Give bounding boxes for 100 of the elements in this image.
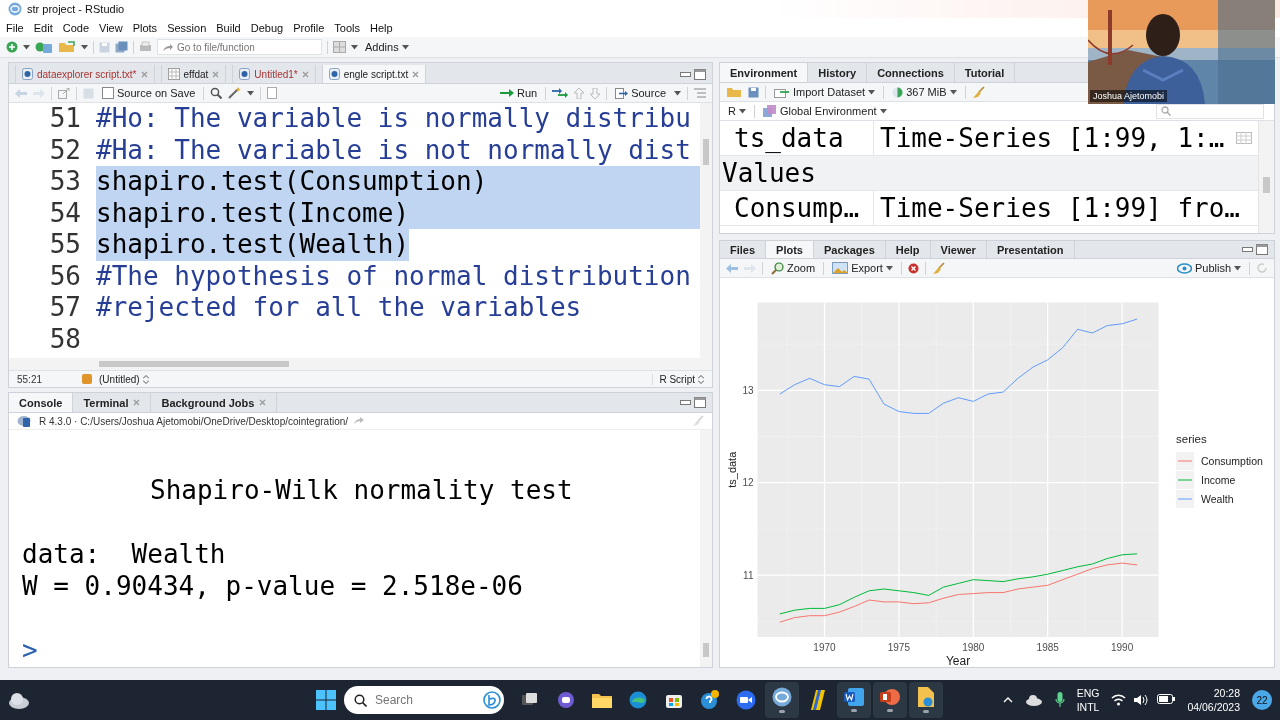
maximize-icon[interactable] xyxy=(694,397,706,408)
search-input[interactable]: Go to file/function xyxy=(177,41,317,53)
line-number: 53 xyxy=(49,166,81,196)
menu-item[interactable]: Build xyxy=(211,21,246,34)
new-file-icon[interactable] xyxy=(6,41,18,53)
updown-icon xyxy=(698,374,704,384)
working-directory: R 4.3.0 · C:/Users/Joshua Ajetomobi/OneDrive/Desktop/cointegration/ xyxy=(39,415,349,427)
search-field[interactable]: Go to file/function xyxy=(157,39,322,55)
menu-item[interactable]: Profile xyxy=(288,21,330,34)
file-tab[interactable]: dataexplorer script.txt* xyxy=(15,65,155,83)
volume-icon[interactable] xyxy=(1134,694,1150,706)
legend-label: Wealth xyxy=(1201,492,1234,505)
file-tab[interactable]: Untitled1* xyxy=(232,65,316,83)
taskbar-app[interactable] xyxy=(909,682,943,718)
taskbar-app[interactable] xyxy=(765,682,799,718)
memory-usage-menu[interactable]: 367 MiB xyxy=(890,86,959,98)
menu-item[interactable]: File xyxy=(1,21,29,34)
caret-icon[interactable] xyxy=(81,44,88,50)
menu-item[interactable]: Debug xyxy=(245,21,289,34)
save-icon[interactable] xyxy=(748,86,759,98)
menu-item[interactable]: Session xyxy=(162,21,212,34)
scrollbar[interactable] xyxy=(700,103,712,358)
zoom-button[interactable]: Zoom xyxy=(769,261,818,275)
project-icon[interactable] xyxy=(35,40,53,54)
clock-date[interactable]: 04/06/2023 xyxy=(1187,700,1240,714)
minimize-icon[interactable] xyxy=(680,400,691,405)
search-input[interactable]: Search xyxy=(375,693,475,707)
caret-icon[interactable] xyxy=(401,44,409,50)
file-tab[interactable]: effdat xyxy=(160,65,227,83)
broom-icon[interactable] xyxy=(971,85,985,99)
broom-icon[interactable] xyxy=(931,261,945,275)
scope-menu[interactable]: (Untitled) xyxy=(97,373,151,385)
export-menu[interactable]: Export xyxy=(830,262,895,274)
caret-icon[interactable] xyxy=(868,89,876,95)
axis-tick-label: 1975 xyxy=(887,642,910,653)
variable-name[interactable]: Consump… xyxy=(734,193,860,223)
import-dataset-menu[interactable]: Import Dataset xyxy=(772,86,878,98)
chevron-up-icon[interactable] xyxy=(1002,697,1013,703)
remove-icon[interactable] xyxy=(907,262,919,274)
addins-menu[interactable]: Addins xyxy=(363,41,411,53)
publish-menu[interactable]: Publish xyxy=(1174,262,1243,274)
axis-tick-label: 1970 xyxy=(813,642,836,653)
caret-icon[interactable] xyxy=(738,108,746,114)
caret-icon[interactable] xyxy=(885,265,893,271)
caret-icon[interactable] xyxy=(247,90,255,96)
pane-tab[interactable]: Console xyxy=(9,393,74,412)
cloud-icon[interactable] xyxy=(1024,694,1043,706)
file-type-menu[interactable]: R Script xyxy=(652,373,706,385)
caret-icon[interactable] xyxy=(949,89,957,95)
start-icon[interactable] xyxy=(316,690,336,710)
close-icon[interactable] xyxy=(259,399,267,406)
close-icon[interactable] xyxy=(133,399,141,406)
clock-time[interactable]: 20:28 xyxy=(1213,686,1240,700)
source-button[interactable]: Source xyxy=(613,87,668,99)
maximize-icon[interactable] xyxy=(694,68,706,80)
microphone-icon[interactable] xyxy=(1054,692,1065,708)
menu-item[interactable]: Edit xyxy=(28,21,58,34)
search-icon[interactable] xyxy=(210,87,223,99)
rerun-icon[interactable] xyxy=(552,88,569,98)
language-menu[interactable]: R xyxy=(726,105,748,117)
close-icon[interactable] xyxy=(412,70,420,78)
scrollbar[interactable] xyxy=(9,358,712,370)
keyboard-layout[interactable]: INTL xyxy=(1076,700,1100,714)
variable-name[interactable]: ts_data xyxy=(734,123,844,153)
battery-icon[interactable] xyxy=(1157,694,1176,704)
source-on-save-checkbox[interactable]: Source on Save xyxy=(100,87,198,99)
wifi-icon[interactable] xyxy=(1111,694,1127,706)
pane-tab[interactable]: Plots xyxy=(766,241,814,258)
close-icon[interactable] xyxy=(212,70,220,78)
menu-item[interactable]: Code xyxy=(57,21,94,34)
language-indicator[interactable]: ENG xyxy=(1076,686,1100,700)
caret-icon[interactable] xyxy=(351,44,358,50)
console-prompt[interactable]: > xyxy=(22,635,38,665)
minimize-icon[interactable] xyxy=(1242,247,1253,252)
caret-icon[interactable] xyxy=(674,90,681,96)
close-icon[interactable] xyxy=(140,70,148,78)
list-icon[interactable] xyxy=(267,87,278,99)
menu-item[interactable]: Tools xyxy=(329,21,366,34)
pane-tab[interactable]: Environment xyxy=(720,63,809,82)
caret-icon[interactable] xyxy=(879,108,887,114)
run-button[interactable]: Run xyxy=(497,87,540,99)
menu-item[interactable]: View xyxy=(94,21,128,34)
search-field[interactable]: Search xyxy=(344,686,504,714)
save-all-icon[interactable] xyxy=(115,41,128,53)
scrollbar[interactable] xyxy=(1258,121,1274,233)
menu-item[interactable]: Help xyxy=(365,21,398,34)
weather-icon[interactable] xyxy=(8,691,30,709)
caret-icon[interactable] xyxy=(23,44,30,50)
notification-badge[interactable]: 22 xyxy=(1252,690,1272,710)
wand-icon[interactable] xyxy=(228,87,242,99)
maximize-icon[interactable] xyxy=(1256,244,1268,255)
environment-menu[interactable]: Global Environment xyxy=(760,104,889,118)
slides-icon xyxy=(880,688,900,706)
scrollbar[interactable] xyxy=(700,430,712,667)
caret-icon[interactable] xyxy=(1234,265,1241,271)
minimize-icon[interactable] xyxy=(680,71,691,77)
close-icon[interactable] xyxy=(301,70,309,78)
menu-item[interactable]: Plots xyxy=(127,21,163,34)
file-tab[interactable]: engle script.txt xyxy=(321,65,427,83)
globe-icon xyxy=(629,691,647,709)
